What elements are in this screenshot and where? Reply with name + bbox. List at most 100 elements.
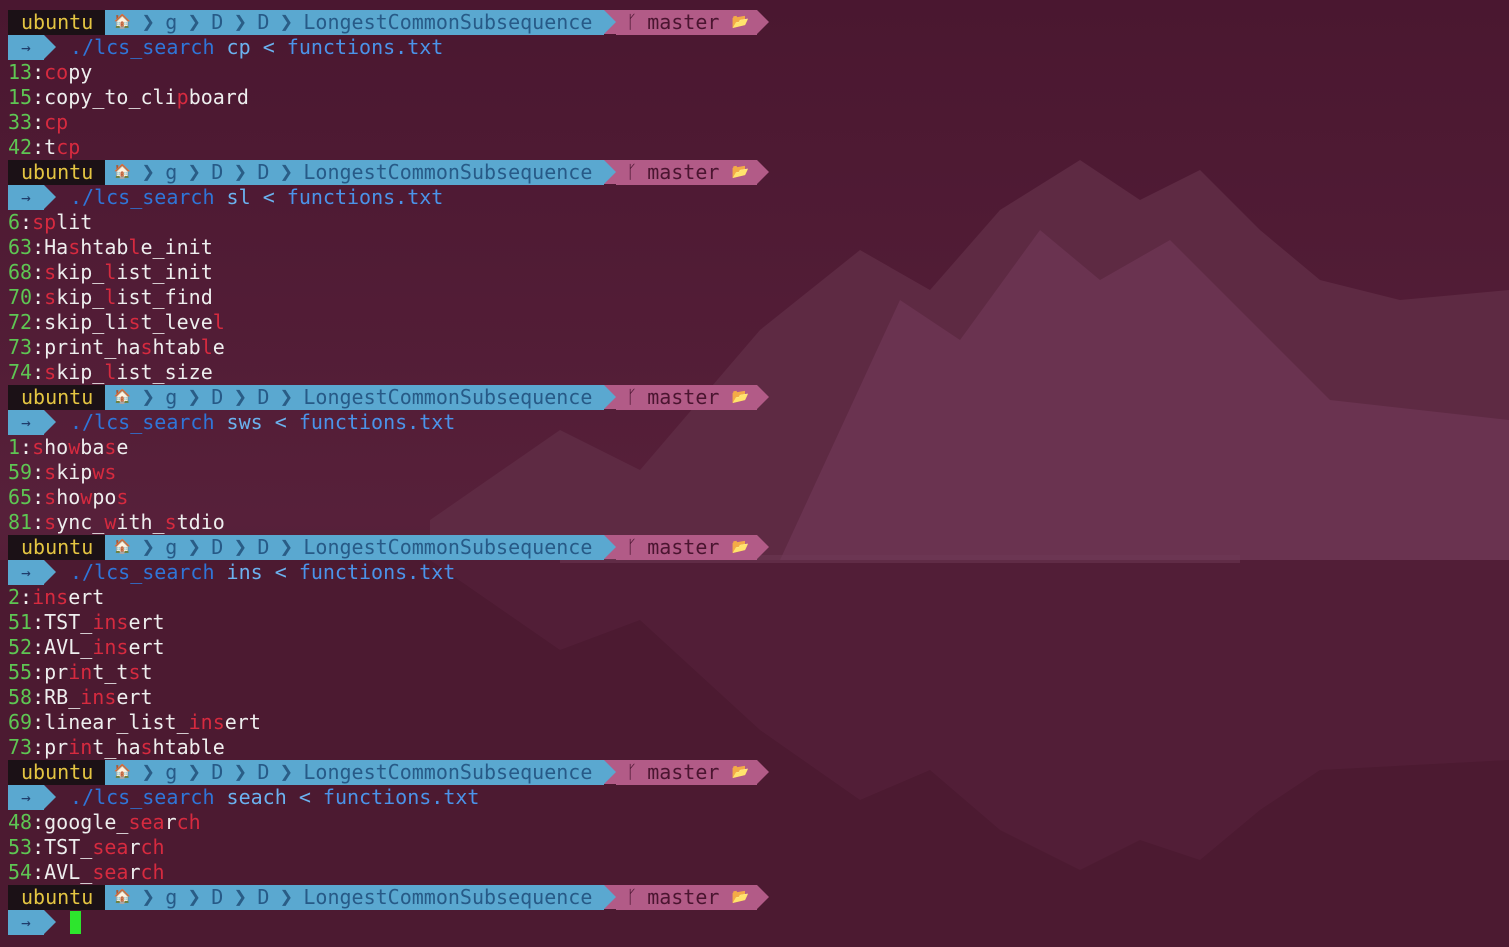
match-highlight: s: [128, 660, 141, 684]
match-highlight: s: [140, 735, 153, 759]
match-highlight: ws: [92, 460, 117, 484]
command-text: ./lcs_search cp < functions.txt: [70, 35, 443, 60]
separator: :: [32, 460, 45, 484]
command-argument: ins: [226, 560, 263, 584]
line-number: 6: [8, 210, 21, 234]
separator: :: [32, 135, 45, 159]
command-redirect: <: [262, 35, 275, 59]
function-text: kip_: [56, 285, 105, 309]
match-highlight: s: [128, 310, 141, 334]
terminal-window[interactable]: ubuntu 🏠 ❯ g ❯ D ❯ D ❯ LongestCommonSubsequence ᚴ m…: [8, 10, 769, 935]
separator: :: [20, 585, 33, 609]
command-program: ./lcs_search: [70, 560, 215, 584]
function-text: li: [152, 85, 177, 109]
command-line: → ./lcs_search sl < functions.txt: [8, 185, 769, 210]
result-line: 65:showpos: [8, 485, 769, 510]
command-text: ./lcs_search ins < functions.txt: [70, 560, 455, 585]
chevron-right-icon: ❯: [279, 10, 294, 35]
path-segment: LongestCommonSubsequence: [303, 10, 593, 34]
result-line: 53:TST_search: [8, 835, 769, 860]
powerline-arrow: [604, 760, 617, 784]
separator: :: [32, 110, 45, 134]
function-text: linear_list_: [44, 710, 189, 734]
separator: :: [32, 635, 45, 659]
match-highlight: l: [212, 310, 225, 334]
function-text: e: [116, 435, 129, 459]
separator: :: [32, 485, 45, 509]
path-segment: LongestCommonSubsequence: [303, 885, 593, 909]
function-text: ist_find: [116, 285, 213, 309]
powerline-arrow: [44, 35, 56, 59]
match-highlight: s: [44, 260, 57, 284]
terminal-cursor[interactable]: [70, 911, 81, 934]
line-number: 63: [8, 235, 33, 259]
function-text: TST_: [44, 835, 93, 859]
command-file: functions.txt: [286, 185, 444, 209]
folder-icon: 📂: [731, 764, 749, 780]
chevron-right-icon: ❯: [187, 535, 201, 560]
result-line: 73:print_hashtable: [8, 335, 769, 360]
function-text: r: [128, 835, 141, 859]
path-segment: D: [211, 535, 224, 559]
powerline-arrow: [44, 410, 56, 434]
path-segment: D: [257, 760, 270, 784]
line-number: 51: [8, 610, 33, 634]
separator: :: [32, 835, 45, 859]
path-segment: D: [211, 760, 224, 784]
match-highlight: s: [140, 335, 153, 359]
function-text: ert: [128, 610, 165, 634]
function-text: e: [212, 335, 225, 359]
path-segment: g: [165, 535, 178, 559]
command-text: ./lcs_search sl < functions.txt: [70, 185, 443, 210]
match-highlight: w: [80, 485, 93, 509]
function-text: p: [68, 85, 81, 109]
prompt-path: 🏠 ❯ g ❯ D ❯ D ❯ LongestCommonSubsequence: [105, 385, 605, 410]
match-highlight: l: [128, 235, 141, 259]
path-segment: LongestCommonSubsequence: [303, 535, 593, 559]
chevron-right-icon: ❯: [187, 10, 201, 35]
branch-name: master: [647, 535, 720, 559]
match-highlight: s: [164, 510, 177, 534]
line-number: 59: [8, 460, 33, 484]
line-number: 72: [8, 310, 33, 334]
result-line: 33:cp: [8, 110, 769, 135]
command-line: →: [8, 910, 769, 935]
function-text: TST_: [44, 610, 93, 634]
git-branch-icon: ᚴ: [626, 762, 638, 783]
git-branch-icon: ᚴ: [626, 12, 638, 33]
function-text: l: [56, 210, 69, 234]
powerline-arrow: [44, 910, 56, 934]
command-program: ./lcs_search: [70, 185, 215, 209]
command-text: ./lcs_search seach < functions.txt: [70, 785, 479, 810]
chevron-right-icon: ❯: [279, 160, 294, 185]
match-highlight: w: [68, 435, 81, 459]
result-line: 70:skip_list_find: [8, 285, 769, 310]
powerline-arrow: [756, 535, 769, 559]
match-highlight: sea: [128, 810, 165, 834]
chevron-right-icon: ❯: [187, 160, 201, 185]
chevron-right-icon: ❯: [187, 385, 201, 410]
command-line: → ./lcs_search sws < functions.txt: [8, 410, 769, 435]
command-line: → ./lcs_search cp < functions.txt: [8, 35, 769, 60]
command-argument: seach: [226, 785, 287, 809]
match-highlight: ins: [80, 685, 117, 709]
line-number: 15: [8, 85, 33, 109]
powerline-arrow: [604, 885, 617, 909]
result-line: 59:skipws: [8, 460, 769, 485]
prompt-path: 🏠 ❯ g ❯ D ❯ D ❯ LongestCommonSubsequence: [105, 885, 605, 910]
line-number: 33: [8, 110, 33, 134]
powerline-arrow: [756, 10, 769, 34]
match-highlight: ins: [92, 635, 129, 659]
function-text: ho: [44, 435, 69, 459]
function-text: kip: [56, 460, 93, 484]
chevron-right-icon: ❯: [187, 885, 201, 910]
separator: :: [32, 285, 45, 309]
command-text: ./lcs_search sws < functions.txt: [70, 410, 455, 435]
prompt-git: ᚴ master 📂: [616, 885, 757, 910]
function-text: google_: [44, 810, 129, 834]
result-line: 13:copy: [8, 60, 769, 85]
branch-name: master: [647, 760, 720, 784]
prompt-bar: ubuntu 🏠 ❯ g ❯ D ❯ D ❯ LongestCommonSubsequence ᚴ m…: [8, 535, 769, 560]
match-highlight: co: [44, 60, 69, 84]
house-icon: 🏠: [113, 764, 131, 780]
